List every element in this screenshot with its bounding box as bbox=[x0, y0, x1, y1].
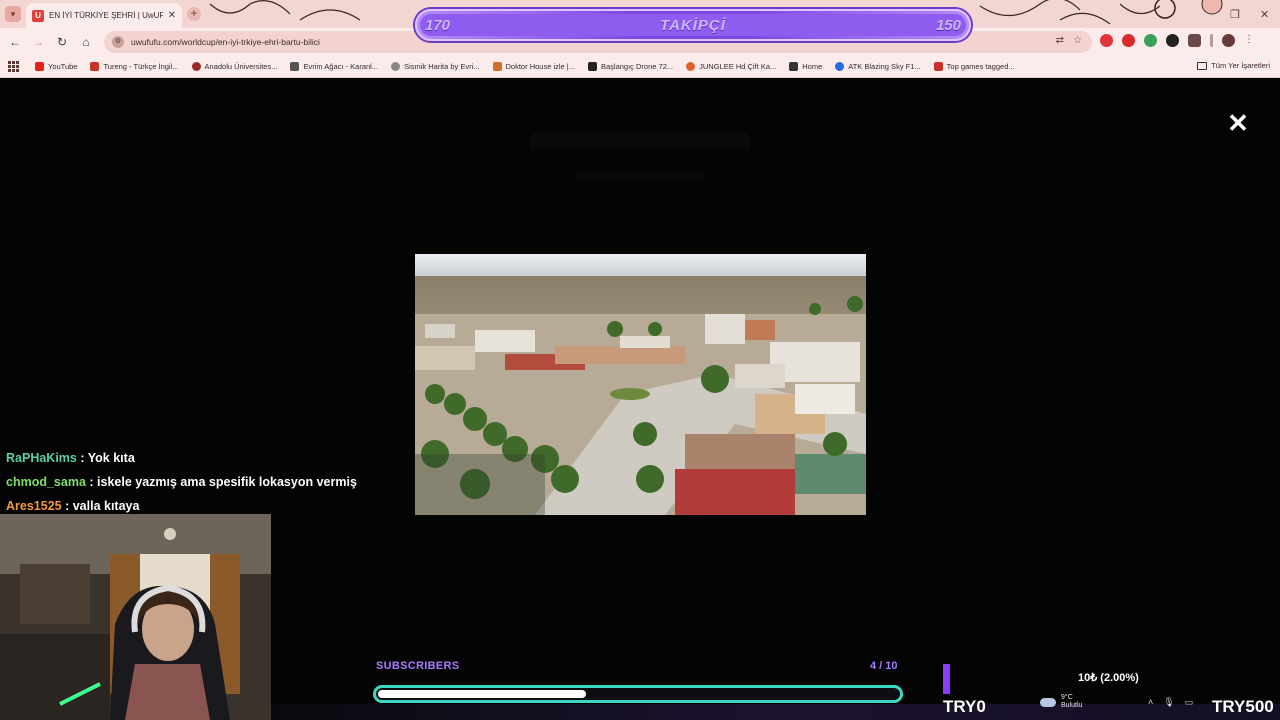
bookmark-label: Doktor House izle |... bbox=[505, 62, 575, 71]
bookmark-item[interactable]: YouTube bbox=[35, 62, 77, 71]
bookmark-label: Başlangıç Drone 72... bbox=[601, 62, 674, 71]
close-window-icon[interactable]: ✕ bbox=[1260, 8, 1269, 21]
donation-goal-marker bbox=[943, 664, 950, 694]
close-icon[interactable]: ✕ bbox=[1226, 110, 1250, 136]
tray-chevron-icon[interactable]: ˄ bbox=[1148, 697, 1153, 708]
taskbar bbox=[271, 704, 1280, 720]
system-tray: ˄ 🎙 ▭ bbox=[1148, 697, 1193, 708]
chat-username: RaPHaKims bbox=[6, 451, 77, 465]
tab-search-icon[interactable]: ▾ bbox=[5, 6, 21, 22]
microphone-icon[interactable]: 🎙 bbox=[1163, 697, 1174, 708]
cloud-icon bbox=[1040, 697, 1056, 707]
bookmark-item[interactable]: Home bbox=[789, 62, 822, 71]
extension-abp-icon[interactable] bbox=[1100, 34, 1113, 47]
donation-percent: 10₺ (2.00%) bbox=[1078, 672, 1139, 684]
all-bookmarks[interactable]: Tüm Yer İşaretleri bbox=[1197, 61, 1270, 70]
chat-text: : iskele yazmış ama spesifik lokasyon ve… bbox=[85, 475, 357, 489]
webcam-feed bbox=[0, 514, 271, 720]
bookmark-label: Tureng - Türkçe İngil... bbox=[103, 62, 179, 71]
chat-message: chmod_sama : iskele yazmış ama spesifik … bbox=[6, 473, 357, 497]
bookmark-item[interactable]: JUNGLEE Hd Çift Ka... bbox=[686, 62, 776, 71]
itch-icon bbox=[933, 62, 943, 71]
bookmark-label: Sismik Harita by Evri... bbox=[404, 62, 480, 71]
extension-record-icon[interactable] bbox=[1122, 34, 1135, 47]
bookmark-item[interactable]: Başlangıç Drone 72... bbox=[588, 62, 673, 71]
dimmed-subtitle bbox=[575, 171, 705, 181]
tab-close-icon[interactable]: ✕ bbox=[168, 10, 176, 21]
bookmarks-bar: YouTube Tureng - Türkçe İngil... Anadolu… bbox=[0, 56, 1280, 78]
screen: ▾ U EN İYİ TÜRKİYE ŞEHRİ | UwUFU... ✕ + … bbox=[0, 0, 1280, 720]
google-icon bbox=[835, 62, 845, 71]
weather-widget[interactable]: 9°C Bulutlu bbox=[1040, 694, 1082, 710]
bookmark-label: ATK Blazing Sky F1... bbox=[848, 62, 921, 71]
translate-icon[interactable]: ⇄ bbox=[1056, 35, 1064, 46]
bookmark-label: JUNGLEE Hd Çift Ka... bbox=[699, 62, 777, 71]
evrim-agaci-icon bbox=[290, 62, 300, 71]
follower-title: TAKİPÇİ bbox=[660, 17, 726, 34]
subscribers-label: SUBSCRIBERS bbox=[376, 660, 460, 672]
extension-green-icon[interactable] bbox=[1144, 34, 1157, 47]
separator bbox=[1210, 34, 1213, 47]
bookmark-label: Home bbox=[802, 62, 823, 71]
menu-lines-icon bbox=[789, 62, 799, 71]
url-text[interactable]: uwufufu.com/worldcup/en-iyi-trkiye-ehri-… bbox=[131, 37, 320, 47]
youtube-icon bbox=[35, 62, 44, 71]
amazon-icon bbox=[588, 62, 597, 71]
candidate-photo[interactable] bbox=[415, 254, 866, 515]
weather-temp: 9°C bbox=[1061, 694, 1073, 701]
browser-tab[interactable]: U EN İYİ TÜRKİYE ŞEHRİ | UwUFU... ✕ bbox=[26, 3, 182, 28]
bookmark-item[interactable]: Top games tagged... bbox=[933, 62, 1015, 71]
doktor-house-icon bbox=[492, 62, 502, 71]
subscribers-count: 4 / 10 bbox=[870, 660, 898, 672]
profile-avatar[interactable] bbox=[1222, 34, 1235, 47]
bookmark-item[interactable]: Doktor House izle |... bbox=[492, 62, 575, 71]
home-icon[interactable]: ⌂ bbox=[78, 34, 94, 50]
site-info-icon[interactable]: ⚙ bbox=[112, 36, 124, 48]
weather-desc: Bulutlu bbox=[1061, 702, 1083, 709]
bookmark-label: Evrim Ağacı - Karanl... bbox=[303, 62, 379, 71]
chat-text: : Yok kıta bbox=[76, 451, 135, 465]
restore-window-icon[interactable]: ❐ bbox=[1230, 8, 1240, 21]
tab-title: EN İYİ TÜRKİYE ŞEHRİ | UwUFU... bbox=[49, 11, 163, 20]
follower-goal-bar: 170 TAKİPÇİ 150 bbox=[415, 9, 971, 41]
bookmark-item[interactable]: Sismik Harita by Evri... bbox=[391, 62, 480, 71]
back-icon[interactable]: ← bbox=[7, 34, 23, 50]
browser-menu-icon[interactable]: ⋮ bbox=[1244, 34, 1257, 47]
tureng-icon bbox=[90, 62, 100, 71]
bookmark-label: YouTube bbox=[48, 62, 78, 71]
bookmark-star-icon[interactable]: ☆ bbox=[1073, 35, 1082, 46]
dimmed-title bbox=[530, 133, 750, 149]
chat-username: Ares1525 bbox=[6, 499, 62, 513]
new-tab-button[interactable]: + bbox=[187, 7, 201, 21]
donation-goal: TRY500 bbox=[1212, 697, 1274, 716]
forward-icon[interactable]: → bbox=[30, 34, 46, 50]
bookmark-item[interactable]: Evrim Ağacı - Karanl... bbox=[290, 62, 378, 71]
reload-icon[interactable]: ↻ bbox=[54, 34, 70, 50]
chat-overlay: RaPHaKims : Yok kıta chmod_sama : iskele… bbox=[6, 449, 357, 521]
bookmark-item[interactable]: Tureng - Türkçe İngil... bbox=[90, 62, 179, 71]
chat-text: : valla kıtaya bbox=[61, 499, 140, 513]
bookmark-item[interactable]: Anadolu Üniversites... bbox=[191, 62, 278, 71]
apps-grid-icon[interactable] bbox=[8, 61, 19, 72]
subscribers-progress-fill bbox=[378, 690, 586, 698]
folder-icon bbox=[1197, 61, 1208, 70]
extensions-puzzle-icon[interactable] bbox=[1188, 34, 1201, 47]
university-icon bbox=[191, 62, 201, 71]
junglee-icon bbox=[686, 62, 696, 71]
all-bookmarks-label: Tüm Yer İşaretleri bbox=[1211, 61, 1270, 70]
chat-message: RaPHaKims : Yok kıta bbox=[6, 449, 357, 473]
donation-start: TRY0 bbox=[943, 697, 986, 716]
chat-username: chmod_sama bbox=[6, 475, 86, 489]
display-icon[interactable]: ▭ bbox=[1185, 697, 1194, 708]
extension-diamond-icon[interactable] bbox=[1166, 34, 1179, 47]
extensions: ⋮ bbox=[1100, 34, 1257, 47]
bookmark-item[interactable]: ATK Blazing Sky F1... bbox=[835, 62, 921, 71]
globe-icon bbox=[391, 62, 401, 71]
bookmark-label: Anadolu Üniversites... bbox=[204, 62, 278, 71]
bookmark-label: Top games tagged... bbox=[946, 62, 1015, 71]
tab-favicon-icon: U bbox=[32, 9, 44, 22]
subscribers-progress-bar bbox=[373, 685, 903, 703]
follower-goal: 150 bbox=[935, 17, 961, 34]
